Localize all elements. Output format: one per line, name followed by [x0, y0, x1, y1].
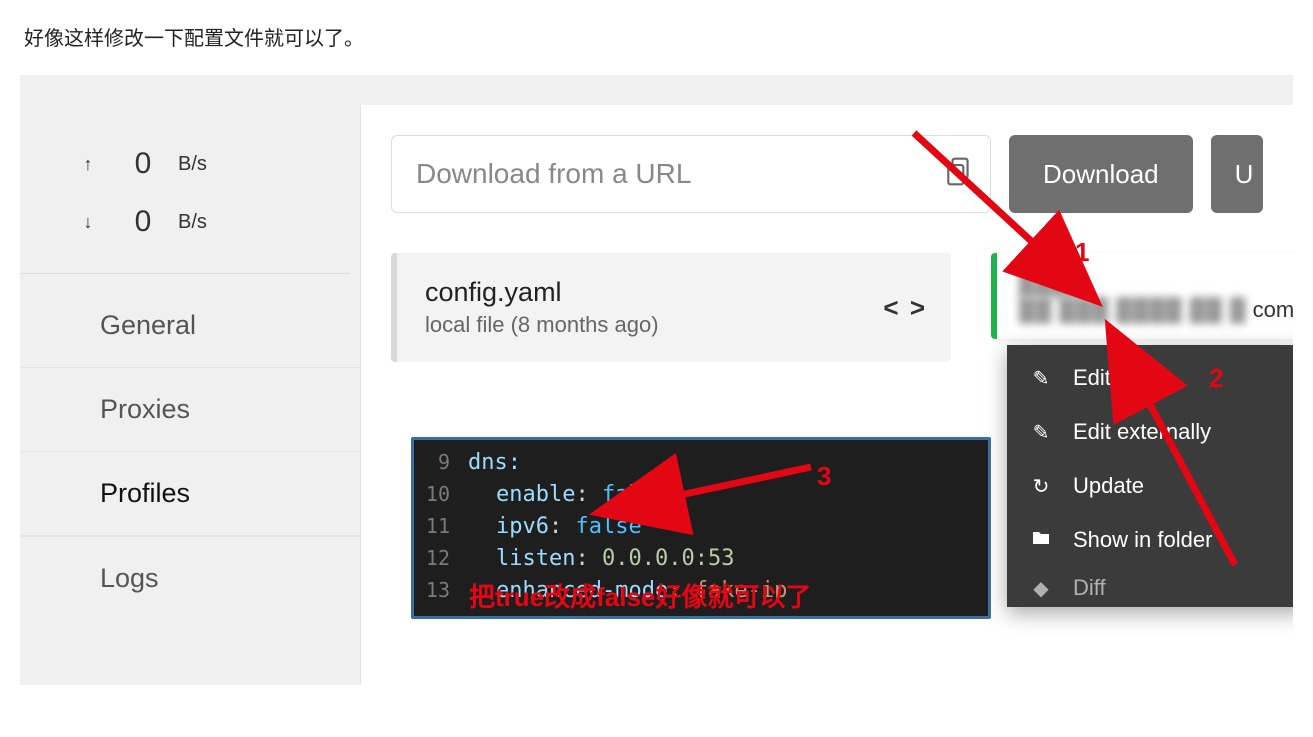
menu-edit-ext-label: Edit externally: [1073, 419, 1211, 445]
line-number: 13: [414, 578, 468, 602]
update-all-button[interactable]: U: [1211, 135, 1264, 213]
code-token: ipv6: [496, 514, 549, 539]
line-number: 12: [414, 546, 468, 570]
nav-profiles[interactable]: Profiles: [20, 451, 360, 536]
upload-speed-unit: B/s: [178, 153, 207, 176]
code-token: listen: [496, 546, 575, 571]
upload-speed-value: 0: [108, 147, 178, 181]
profile-context-menu: ✎ Edit ✎ Edit externally ↻ Update Show i…: [1007, 345, 1293, 607]
upload-speed-row: ↑ 0 B/s: [68, 135, 340, 193]
masked-profile-domain: ██ ███ ████ ██ █: [1019, 297, 1247, 323]
refresh-icon: ↻: [1029, 474, 1053, 499]
profile-subtitle: local file (8 months ago): [425, 312, 923, 338]
url-input-container[interactable]: [391, 135, 991, 213]
profile-name: config.yaml: [425, 277, 923, 308]
diff-icon: ◆: [1029, 576, 1053, 601]
code-token: false: [575, 514, 641, 539]
pencil-icon: ✎: [1029, 366, 1053, 391]
menu-show-in-folder[interactable]: Show in folder: [1007, 513, 1293, 567]
line-number: 9: [414, 450, 468, 474]
masked-profile-title: ████: [1019, 271, 1085, 297]
profile-card-remote[interactable]: ████ ██ ███ ████ ██ █ com (a: [991, 253, 1293, 339]
speed-indicator: ↑ 0 B/s ↓ 0 B/s: [20, 105, 360, 273]
menu-edit-label: Edit: [1073, 365, 1111, 391]
profile-card-config[interactable]: config.yaml local file (8 months ago) < …: [391, 253, 951, 362]
paste-icon[interactable]: [946, 157, 972, 192]
pencil-icon: ✎: [1029, 420, 1053, 445]
profile-domain-tail: com (a: [1253, 297, 1293, 322]
code-token: enhanced-mode: [496, 578, 668, 603]
folder-icon: [1029, 529, 1053, 552]
code-token: fake-ip: [695, 578, 788, 603]
menu-edit[interactable]: ✎ Edit: [1007, 351, 1293, 405]
sidebar: ↑ 0 B/s ↓ 0 B/s General Proxies Profiles…: [20, 105, 360, 685]
line-number: 11: [414, 514, 468, 538]
yaml-editor[interactable]: 9 dns: 10 enable: false 11 ipv6: false 1…: [411, 437, 991, 619]
nav-proxies[interactable]: Proxies: [20, 367, 360, 451]
upload-arrow-icon: ↑: [68, 154, 108, 175]
download-arrow-icon: ↓: [68, 212, 108, 233]
download-speed-unit: B/s: [178, 211, 207, 234]
article-intro-text: 好像这样修改一下配置文件就可以了。: [0, 0, 1313, 65]
menu-edit-externally[interactable]: ✎ Edit externally: [1007, 405, 1293, 459]
code-token: 0.0.0.0:53: [602, 546, 734, 571]
code-icon[interactable]: < >: [883, 292, 927, 323]
code-token: enable: [496, 482, 575, 507]
download-button[interactable]: Download: [1009, 135, 1193, 213]
menu-folder-label: Show in folder: [1073, 527, 1212, 553]
menu-diff-label: Diff: [1073, 575, 1106, 601]
menu-update[interactable]: ↻ Update: [1007, 459, 1293, 513]
sidebar-nav: General Proxies Profiles Logs: [20, 274, 360, 620]
nav-general[interactable]: General: [20, 284, 360, 367]
code-token: dns:: [468, 450, 521, 475]
menu-diff[interactable]: ◆ Diff: [1007, 567, 1293, 601]
app-window: ↑ 0 B/s ↓ 0 B/s General Proxies Profiles…: [20, 75, 1293, 685]
download-speed-row: ↓ 0 B/s: [68, 193, 340, 251]
download-speed-value: 0: [108, 205, 178, 239]
main-panel: Download U config.yaml local file (8 mon…: [360, 105, 1293, 685]
nav-logs[interactable]: Logs: [20, 536, 360, 620]
download-url-input[interactable]: [416, 158, 966, 190]
menu-update-label: Update: [1073, 473, 1144, 499]
code-token: false: [602, 482, 668, 507]
line-number: 10: [414, 482, 468, 506]
